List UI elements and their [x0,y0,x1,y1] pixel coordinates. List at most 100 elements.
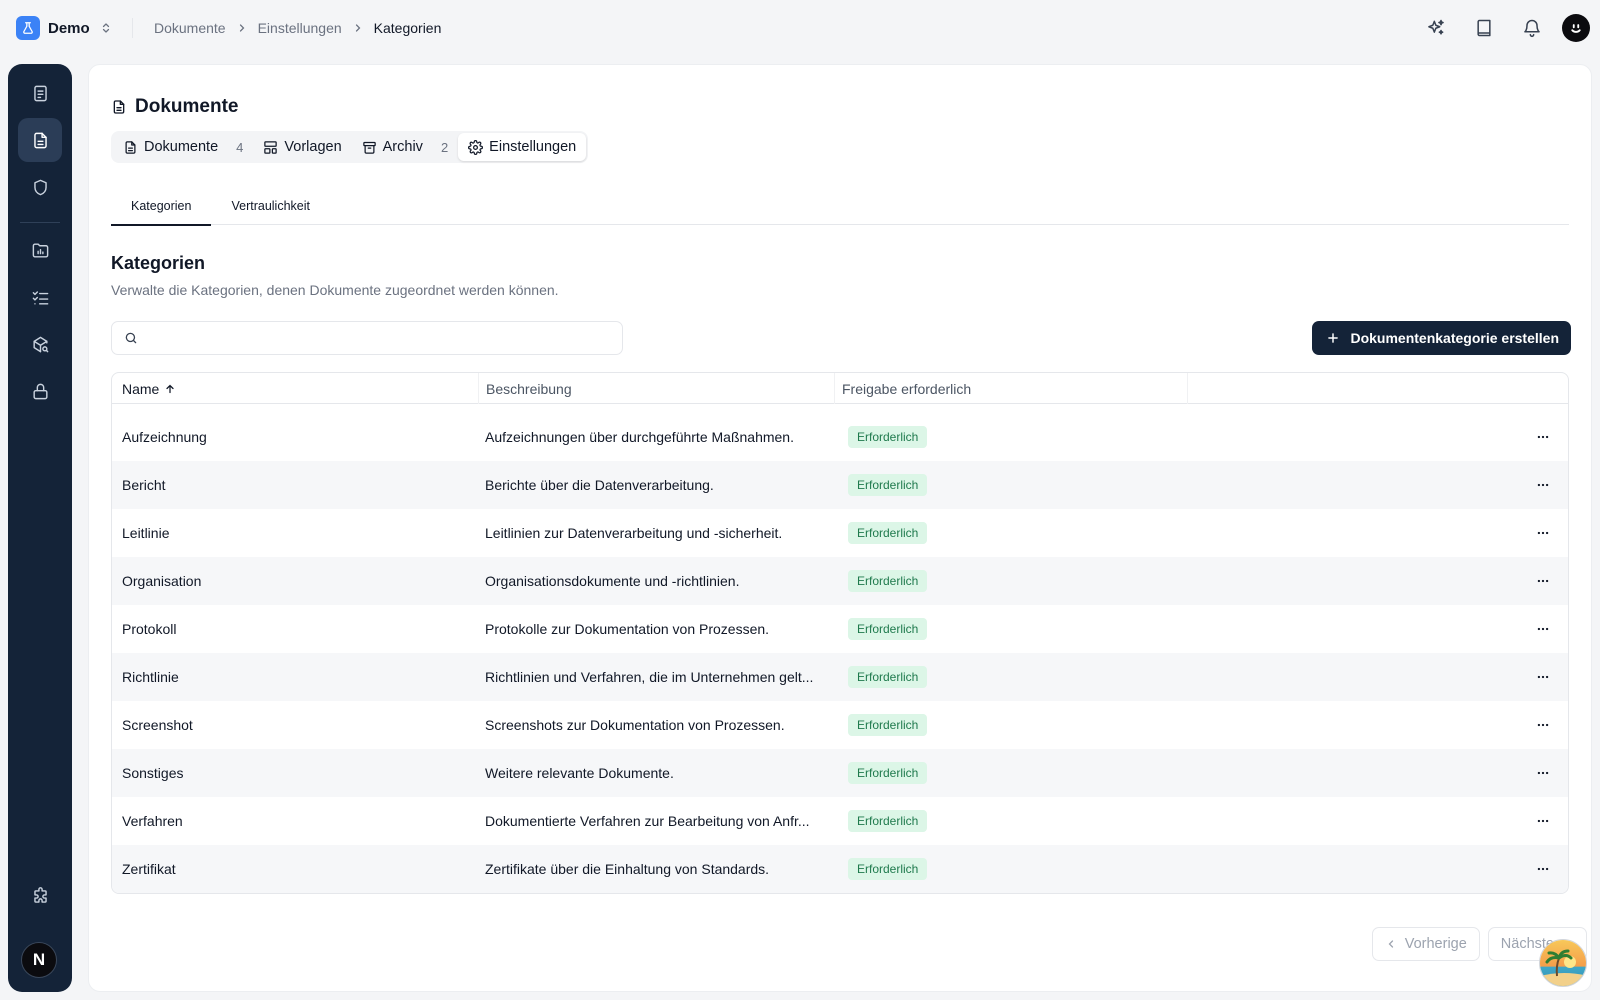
notifications-button[interactable] [1508,12,1556,44]
search-input[interactable] [146,323,622,353]
tab-count: 4 [236,139,244,155]
status-badge: Erforderlich [848,666,928,688]
divider [132,18,133,38]
row-actions-button[interactable] [1528,653,1558,701]
table-row[interactable]: Bericht Berichte über die Datenverarbeit… [112,461,1568,509]
cell-description: Aufzeichnungen über durchgeführte Maßnah… [485,429,794,445]
breadcrumb-kategorien: Kategorien [373,20,442,36]
table-row[interactable]: Leitlinie Leitlinien zur Datenverarbeitu… [112,509,1568,557]
cell-description: Weitere relevante Dokumente. [485,765,674,781]
previous-page-button[interactable]: Vorherige [1371,927,1480,961]
sidebar-item-security[interactable] [18,165,62,209]
workspace-name: Demo [48,19,90,37]
docs-button[interactable] [1460,12,1508,44]
bell-icon [1524,19,1540,38]
arrow-up-icon [166,384,174,393]
workspace-logo-icon [16,16,40,40]
row-actions-button[interactable] [1528,509,1558,557]
tab-count: 2 [440,139,449,155]
sparkles-icon [1428,19,1444,35]
column-header-name[interactable]: Name [122,373,176,404]
sidebar-item-documents[interactable] [18,118,62,162]
tasks-icon [33,85,47,101]
sidebar-item-tasks[interactable] [18,71,62,115]
more-horizontal-icon [1537,723,1549,727]
document-icon [113,100,125,114]
categories-table: Name Beschreibung Freigabe erforderlich … [111,372,1569,894]
row-actions-button[interactable] [1528,749,1558,797]
lock-icon [32,383,48,399]
table-row[interactable]: Verfahren Dokumentierte Verfahren zur Be… [112,797,1568,845]
more-horizontal-icon [1537,531,1549,535]
cell-approval: Erforderlich [848,413,1048,461]
row-actions-button[interactable] [1528,605,1558,653]
sidebar-item-access[interactable] [18,369,62,413]
tab-dokumente[interactable]: Dokumente 4 [113,133,253,161]
row-actions-button[interactable] [1528,557,1558,605]
previous-page-label: Vorherige [1404,936,1467,952]
subtab-vertraulichkeit[interactable]: Vertraulichkeit [211,195,330,225]
create-category-label: Dokumentenkategorie erstellen [1350,330,1559,346]
table-row[interactable]: Organisation Organisationsdokumente und … [112,557,1568,605]
template-icon [264,140,278,154]
cell-description: Zertifikate über die Einhaltung von Stan… [485,861,770,877]
table-row[interactable]: Richtlinie Richtlinien und Verfahren, di… [112,653,1568,701]
table-row[interactable]: Aufzeichnung Aufzeichnungen über durchge… [112,413,1568,461]
cell-approval: Erforderlich [848,797,1048,845]
ai-sparkles-button[interactable] [1412,12,1460,44]
more-horizontal-icon [1537,675,1549,679]
cell-name: Leitlinie [122,525,170,541]
tab-label: Archiv [382,139,423,155]
checklist-icon [32,290,48,305]
row-actions-button[interactable] [1528,461,1558,509]
sidebar-item-reports[interactable] [18,228,62,272]
cell-approval: Erforderlich [848,845,1048,893]
row-actions-button[interactable] [1528,413,1558,461]
tab-vorlagen[interactable]: Vorlagen [253,133,351,161]
sidebar-item-checklists[interactable] [18,275,62,319]
status-badge: Erforderlich [848,474,928,496]
tab-archiv[interactable]: Archiv 2 [352,133,459,161]
create-category-button[interactable]: Dokumentenkategorie erstellen [1312,321,1571,355]
status-badge: Erforderlich [848,858,928,880]
table-row[interactable]: Protokoll Protokolle zur Dokumentation v… [112,605,1568,653]
tab-einstellungen[interactable]: Einstellungen [458,133,587,161]
row-actions-button[interactable] [1528,701,1558,749]
breadcrumb-einstellungen[interactable]: Einstellungen [258,20,342,36]
status-badge: Erforderlich [848,714,928,736]
row-actions-button[interactable] [1528,797,1558,845]
more-horizontal-icon [1537,771,1549,775]
cell-name: Verfahren [122,813,183,829]
chevron-left-icon [1388,940,1393,948]
table-row[interactable]: Screenshot Screenshots zur Dokumentation… [112,701,1568,749]
row-actions-button[interactable] [1528,845,1558,893]
column-label: Beschreibung [486,380,572,397]
table-row[interactable]: Sonstiges Weitere relevante Dokumente. E… [112,749,1568,797]
cell-description: Richtlinien und Verfahren, die im Untern… [485,669,814,685]
top-bar: Demo Dokumente Einstellungen Kategorien [0,0,1600,56]
cell-name: Sonstiges [122,765,184,781]
chevrons-up-down-icon [100,22,112,34]
assistant-launcher-button[interactable] [1539,939,1587,987]
subtab-kategorien[interactable]: Kategorien [111,195,212,226]
cell-approval: Erforderlich [848,653,1048,701]
breadcrumb-dokumente[interactable]: Dokumente [154,20,226,36]
workspace-switcher[interactable]: Demo [16,16,112,40]
user-avatar[interactable] [1562,14,1590,42]
sidebar-item-integrations[interactable] [18,874,62,918]
search-icon [125,332,137,344]
cell-approval: Erforderlich [848,605,1048,653]
table-row[interactable]: Zertifikat Zertifikate über die Einhaltu… [112,845,1568,893]
cell-name: Organisation [122,573,202,589]
status-badge: Erforderlich [848,570,928,592]
chevron-right-icon [236,22,248,34]
main-panel: Dokumente Dokumente 4 Vorlagen Archiv 2 … [88,64,1592,992]
table-body: Aufzeichnung Aufzeichnungen über durchge… [112,413,1568,893]
user-menu-avatar[interactable]: N [21,942,57,978]
beach-avatar-icon [1540,940,1586,986]
shield-icon [33,179,47,195]
sidebar-item-assets[interactable] [18,322,62,366]
cell-description: Protokolle zur Dokumentation von Prozess… [485,621,770,637]
column-label: Freigabe erforderlich [842,380,972,397]
table-header: Name Beschreibung Freigabe erforderlich [112,373,1568,404]
